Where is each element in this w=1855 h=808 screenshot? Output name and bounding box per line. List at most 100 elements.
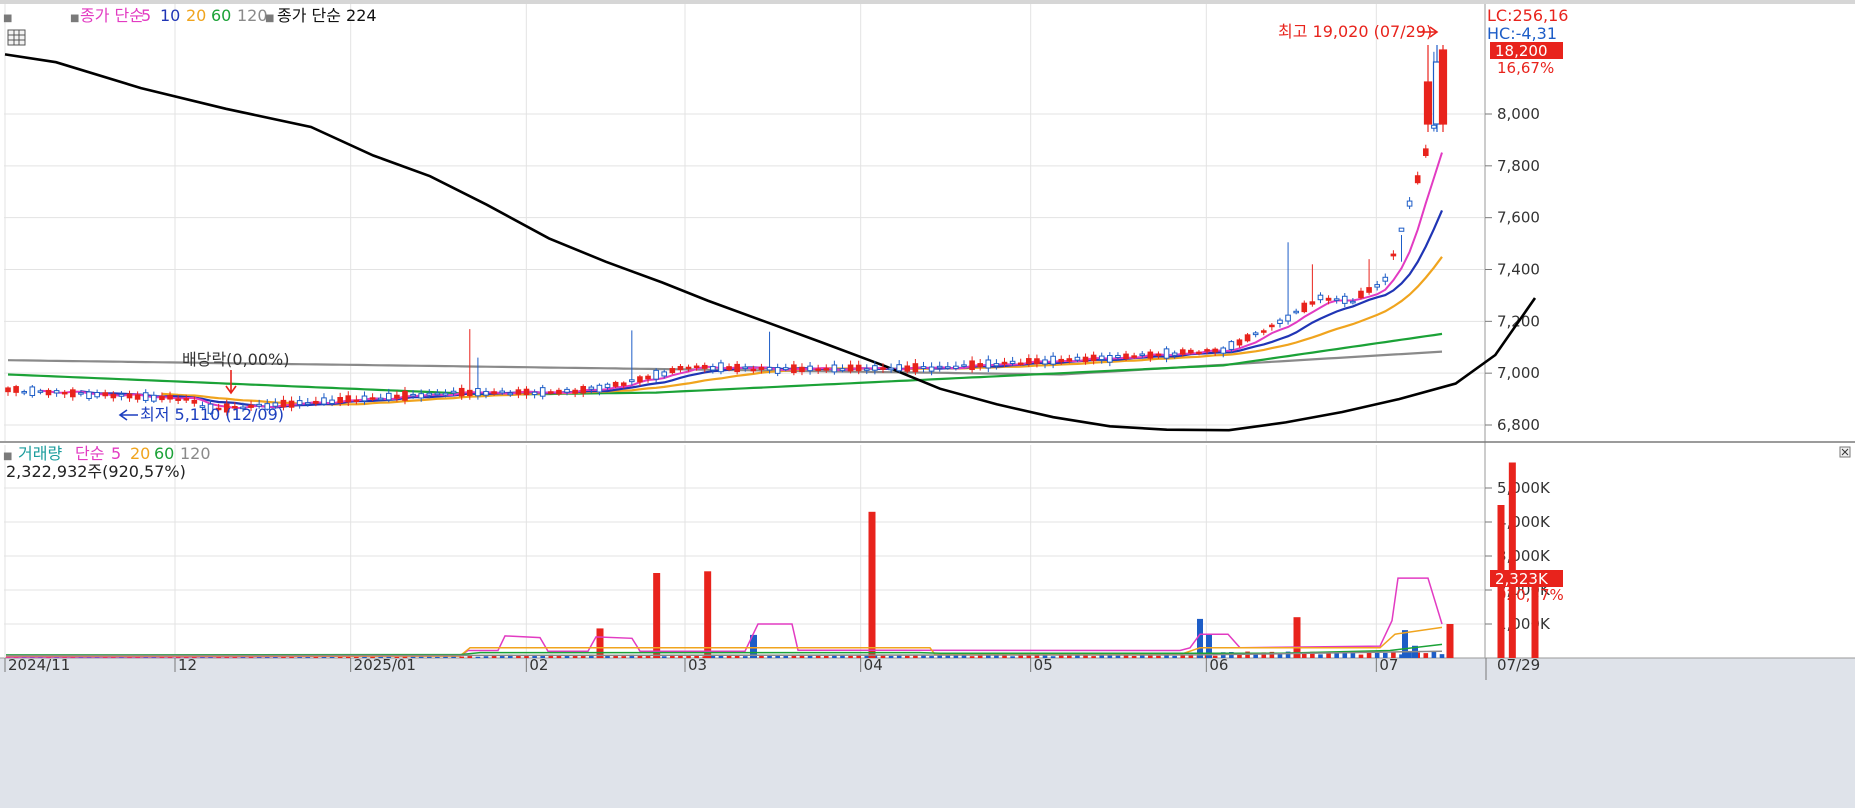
volume-bar xyxy=(1431,651,1437,658)
legend-ma-period: 120 xyxy=(237,6,268,25)
legend-ma-period: 10 xyxy=(160,6,180,25)
candle-body xyxy=(1212,348,1218,353)
candle-body xyxy=(653,369,659,380)
candle-body xyxy=(782,367,789,371)
candle-body xyxy=(353,399,360,403)
dividend-annotation: 배당락(0,00%) xyxy=(182,350,289,369)
volume-bar xyxy=(807,655,813,658)
candle-body xyxy=(693,365,700,369)
candle-body xyxy=(78,392,84,395)
low-annotation: 최저 5,110 (12/09) xyxy=(140,405,284,424)
candle-body xyxy=(61,391,68,395)
candle-body xyxy=(499,390,506,394)
candle-body xyxy=(1236,339,1243,346)
candle-body xyxy=(1171,352,1178,356)
volume-current-text: 2,322,932주(920,57%) xyxy=(6,462,186,481)
candle-body xyxy=(961,364,967,367)
candle-body xyxy=(1196,351,1202,355)
volume-bar xyxy=(1197,618,1203,658)
candle-body xyxy=(1228,341,1235,350)
candle-body xyxy=(1358,290,1364,299)
legend-square: ■ xyxy=(3,13,12,24)
volume-bar xyxy=(1212,655,1218,658)
volume-bar xyxy=(1402,630,1408,658)
volume-bar xyxy=(661,656,667,658)
candle-body xyxy=(369,397,376,400)
volume-bar xyxy=(540,655,546,658)
legend-ma-period: 20 xyxy=(186,6,206,25)
candle-body xyxy=(159,395,165,401)
candle-body xyxy=(604,383,611,388)
candle-body xyxy=(1317,294,1324,301)
candle-body xyxy=(645,375,651,380)
volume-bar xyxy=(653,573,661,658)
stock-chart: 6,8007,0007,2007,4007,6007,8008,0001,000… xyxy=(0,0,1855,808)
legend-square: ■ xyxy=(3,451,12,462)
candle-body xyxy=(21,390,28,394)
volume-tick-label: 3,000K xyxy=(1497,547,1551,565)
hc-value: HC:-4,31 xyxy=(1487,24,1557,43)
volume-tick-label: 5,000K xyxy=(1497,479,1551,497)
current-change-text: 16,67% xyxy=(1497,59,1554,77)
volume-bar xyxy=(1131,655,1137,658)
candle-body xyxy=(661,371,668,377)
candle-body xyxy=(1082,356,1089,363)
candle-body xyxy=(175,398,181,401)
candle-body xyxy=(45,389,52,396)
volume-bar xyxy=(868,511,876,658)
candle-body xyxy=(1001,361,1008,365)
volume-bar xyxy=(467,656,473,658)
candle-body xyxy=(1090,354,1097,362)
volume-bar xyxy=(580,656,586,658)
time-end-label: 07/29 xyxy=(1497,656,1540,674)
candle-body xyxy=(1325,297,1332,301)
candle-body xyxy=(483,390,489,396)
candle-body xyxy=(1042,359,1048,365)
volume-bar xyxy=(516,655,521,658)
candle-body xyxy=(669,368,676,374)
candle-body xyxy=(1131,355,1137,358)
volume-bar xyxy=(621,656,627,658)
candle-body xyxy=(183,398,190,401)
candle-body xyxy=(134,394,141,400)
candle-body xyxy=(629,379,635,383)
price-tick-label: 6,800 xyxy=(1497,416,1540,434)
volume-bar xyxy=(1342,652,1348,658)
current-price-text: 18,200 xyxy=(1495,42,1548,60)
time-tick-label: 2025/01 xyxy=(354,656,416,674)
candle-body xyxy=(167,395,173,400)
volume-bar xyxy=(1382,652,1388,658)
candle-body xyxy=(710,366,716,371)
table-icon xyxy=(7,29,26,46)
volume-bar xyxy=(986,655,991,658)
current-volume-ratio: 920,57% xyxy=(1497,586,1564,604)
candle-body xyxy=(458,387,465,397)
time-tick-label: 2024/11 xyxy=(8,656,70,674)
candle-body xyxy=(1204,349,1210,352)
candle-body xyxy=(1009,360,1016,364)
candle-body xyxy=(807,365,813,372)
candle-body xyxy=(847,364,854,372)
volume-bar xyxy=(888,655,894,658)
candle-body xyxy=(637,376,643,383)
candle-body xyxy=(1066,358,1073,362)
candle-body xyxy=(896,364,902,372)
candle-body xyxy=(556,389,562,395)
candle-body xyxy=(1438,49,1448,125)
candle-body xyxy=(515,389,522,395)
volume-bar xyxy=(742,656,748,658)
candle-body xyxy=(86,391,92,400)
candle-body xyxy=(70,389,76,398)
candle-body xyxy=(434,392,441,396)
volume-bar xyxy=(823,655,829,658)
price-tick-label: 8,000 xyxy=(1497,105,1540,123)
candle-body xyxy=(920,366,927,369)
candle-body xyxy=(912,363,919,373)
candle-body xyxy=(620,382,627,386)
candle-body xyxy=(1163,348,1170,359)
candle-body xyxy=(442,392,449,396)
volume-bar xyxy=(848,655,853,658)
candle-body xyxy=(839,368,846,372)
candle-body xyxy=(29,386,36,397)
candle-body xyxy=(1098,355,1105,361)
